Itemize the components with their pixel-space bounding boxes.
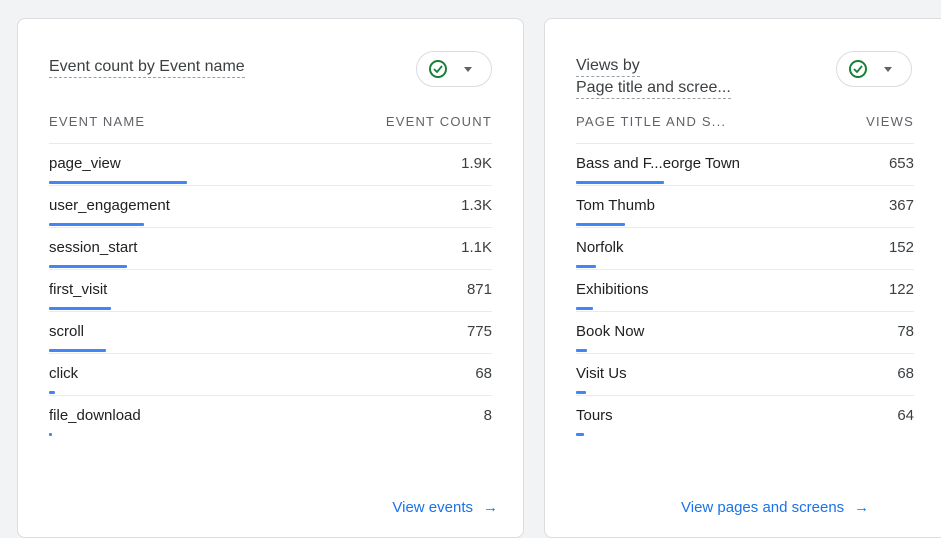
table-row[interactable]: Tom Thumb 367 [576,186,914,228]
table-row[interactable]: session_start 1.1K [49,228,492,270]
column-header-event-name[interactable]: EVENT NAME [49,114,145,129]
value-bar [576,223,625,226]
column-header-event-count[interactable]: EVENT COUNT [386,114,492,129]
view-events-label: View events [392,499,473,516]
event-name: user_engagement [49,197,170,214]
views-count: 152 [888,239,914,256]
value-bar [49,391,55,394]
table-row[interactable]: page_view 1.9K [49,144,492,186]
view-pages-link[interactable]: View pages and screens → [681,499,869,516]
compare-dropdown[interactable] [416,51,492,87]
table-row[interactable]: user_engagement 1.3K [49,186,492,228]
arrow-right-icon: → [854,499,870,516]
value-bar [576,265,596,268]
views-count: 64 [897,407,914,424]
value-bar [576,349,587,352]
card-title-line1[interactable]: Views by [576,55,640,77]
table-row[interactable]: Exhibitions 122 [576,270,914,312]
page-title: Exhibitions [576,281,649,298]
value-bar [49,223,144,226]
views-count: 68 [897,365,914,382]
event-name: click [49,365,79,382]
table-row[interactable]: first_visit 871 [49,270,492,312]
page-title: Bass and F...eorge Town [576,155,740,172]
event-name: file_download [49,407,141,424]
value-bar [49,349,106,352]
views-count: 122 [888,281,914,298]
event-count: 1.9K [461,155,492,172]
value-bar [576,391,586,394]
table-row[interactable]: Norfolk 152 [576,228,914,270]
event-count: 8 [483,407,492,424]
event-count: 68 [475,365,492,382]
value-bar [49,307,111,310]
table-row[interactable]: Bass and F...eorge Town 653 [576,144,914,186]
check-circle-icon [429,60,447,78]
arrow-right-icon: → [483,499,498,516]
table-header: PAGE TITLE AND S... VIEWS [576,114,914,134]
views-count: 367 [888,197,914,214]
event-count-card: Event count by Event name EVENT NAME EVE… [17,18,524,538]
page-title: Tours [576,407,613,424]
table-row[interactable]: Book Now 78 [576,312,914,354]
view-events-link[interactable]: View events → [392,499,498,516]
value-bar [576,181,664,184]
card-title[interactable]: Views by Page title and scree... [576,55,731,99]
caret-down-icon [464,67,472,72]
event-name: scroll [49,323,85,340]
page-title: Book Now [576,323,645,340]
compare-dropdown[interactable] [836,51,912,87]
views-count: 78 [897,323,914,340]
event-count: 1.1K [461,239,492,256]
page-title: Visit Us [576,365,627,382]
event-name: session_start [49,239,138,256]
value-bar [576,307,593,310]
check-circle-icon [849,60,867,78]
page-title: Tom Thumb [576,197,655,214]
card-title-text[interactable]: Event count by Event name [49,56,245,78]
table-row[interactable]: Visit Us 68 [576,354,914,396]
table-row[interactable]: file_download 8 [49,396,492,438]
view-pages-label: View pages and screens [681,499,845,516]
caret-down-icon [884,67,892,72]
event-count: 871 [466,281,492,298]
value-bar [576,433,584,436]
value-bar [49,181,187,184]
page-title: Norfolk [576,239,624,256]
card-title[interactable]: Event count by Event name [49,55,245,78]
event-name: page_view [49,155,121,172]
event-count: 775 [466,323,492,340]
value-bar [49,433,52,436]
table-row[interactable]: scroll 775 [49,312,492,354]
column-header-views[interactable]: VIEWS [866,114,914,129]
page-rows: Bass and F...eorge Town 653 Tom Thumb 36… [576,144,914,438]
table-row[interactable]: Tours 64 [576,396,914,438]
card-title-line2[interactable]: Page title and scree... [576,77,731,99]
value-bar [49,265,127,268]
event-name: first_visit [49,281,108,298]
table-header: EVENT NAME EVENT COUNT [49,114,492,134]
views-card: Views by Page title and scree... PAGE TI… [544,18,941,538]
table-row[interactable]: click 68 [49,354,492,396]
column-header-page-title[interactable]: PAGE TITLE AND S... [576,114,726,129]
views-count: 653 [888,155,914,172]
event-count: 1.3K [461,197,492,214]
event-rows: page_view 1.9K user_engagement 1.3K sess… [49,144,492,438]
